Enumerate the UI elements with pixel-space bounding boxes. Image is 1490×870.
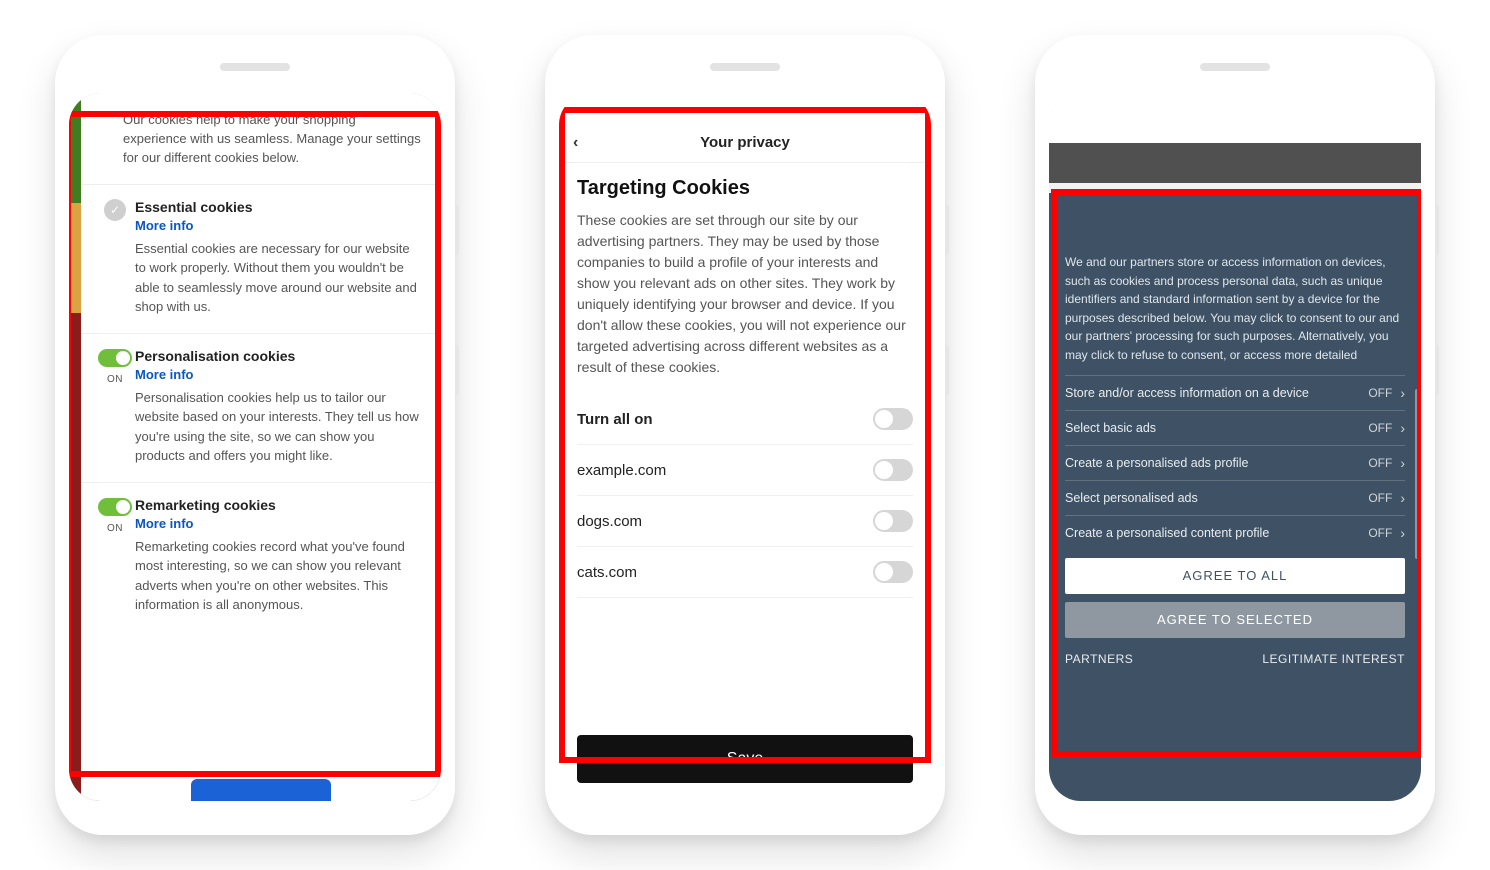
purpose-label: Create a personalised ads profile [1065,456,1368,470]
vendor-row: dogs.com [577,496,913,547]
state-label: OFF [1368,456,1392,470]
chevron-right-icon: › [1400,420,1405,436]
cookie-section-personalisation: ON Personalisation cookies More info Per… [81,333,441,482]
more-info-link[interactable]: More info [135,516,423,531]
phone-mock-2: ‹ Your privacy Targeting Cookies These c… [545,35,945,835]
purpose-row[interactable]: Select basic ads OFF › [1065,410,1405,445]
cookie-intro-text: Our cookies help to make your shopping e… [81,93,441,184]
purpose-label: Select personalised ads [1065,491,1368,505]
section-desc: Personalisation cookies help us to tailo… [135,388,423,466]
screen-1: Our cookies help to make your shopping e… [69,93,441,801]
toggle-switch[interactable] [873,561,913,583]
state-label: OFF [1368,386,1392,400]
chevron-right-icon: › [1400,385,1405,401]
cookie-settings-panel: Our cookies help to make your shopping e… [81,93,441,801]
save-button[interactable]: Save [577,735,913,783]
agree-all-button[interactable]: AGREE TO ALL [1065,558,1405,594]
chevron-right-icon: › [1400,490,1405,506]
toggle-switch[interactable] [873,408,913,430]
screen-2: ‹ Your privacy Targeting Cookies These c… [559,93,931,801]
vendor-row: cats.com [577,547,913,598]
partners-link[interactable]: PARTNERS [1065,652,1133,666]
section-title: Remarketing cookies [135,497,423,513]
section-title: Personalisation cookies [135,348,423,364]
scrollbar[interactable] [1415,389,1419,559]
vendor-row: example.com [577,445,913,496]
consent-intro: We and our partners store or access info… [1065,207,1405,365]
toggle-state-label: ON [95,374,135,385]
state-label: OFF [1368,421,1392,435]
vendor-label: cats.com [577,564,637,581]
agree-selected-label: AGREE TO SELECTED [1157,612,1313,627]
save-button-partial[interactable] [191,779,331,801]
purpose-row[interactable]: Create a personalised content profile OF… [1065,515,1405,550]
chevron-right-icon: › [1400,525,1405,541]
toggle-on-icon[interactable] [98,498,132,516]
purpose-row[interactable]: Store and/or access information on a dev… [1065,375,1405,410]
more-info-link[interactable]: More info [135,218,423,233]
section-title: Essential cookies [135,199,423,215]
agree-all-label: AGREE TO ALL [1183,568,1288,583]
dialog-title: Your privacy [700,134,790,151]
vendor-label: dogs.com [577,513,642,530]
back-icon[interactable]: ‹ [573,134,578,152]
purpose-label: Select basic ads [1065,421,1368,435]
phone-mock-3: We and our partners store or access info… [1035,35,1435,835]
phone-mock-1: Our cookies help to make your shopping e… [55,35,455,835]
state-label: OFF [1368,491,1392,505]
purpose-row[interactable]: Select personalised ads OFF › [1065,480,1405,515]
vendor-label: example.com [577,462,666,479]
dialog-header: ‹ Your privacy [559,123,931,163]
more-info-link[interactable]: More info [135,367,423,382]
screen-3: We and our partners store or access info… [1049,93,1421,801]
cookie-section-essential: ✓ Essential cookies More info Essential … [81,184,441,333]
save-button-label: Save [727,750,763,768]
turn-all-on-row: Turn all on [577,394,913,445]
agree-selected-button[interactable]: AGREE TO SELECTED [1065,602,1405,638]
section-desc: Remarketing cookies record what you've f… [135,537,423,615]
consent-panel: We and our partners store or access info… [1049,193,1421,801]
state-label: OFF [1368,526,1392,540]
purpose-list: Store and/or access information on a dev… [1065,375,1405,550]
cookie-section-remarketing: ON Remarketing cookies More info Remarke… [81,482,441,631]
purpose-label: Create a personalised content profile [1065,526,1368,540]
chevron-right-icon: › [1400,455,1405,471]
purpose-label: Store and/or access information on a dev… [1065,386,1368,400]
page-desc: These cookies are set through our site b… [577,210,913,378]
page-title: Targeting Cookies [577,177,913,200]
turn-all-label: Turn all on [577,411,653,428]
legitimate-interest-link[interactable]: LEGITIMATE INTEREST [1262,652,1405,666]
section-desc: Essential cookies are necessary for our … [135,239,423,317]
toggle-switch[interactable] [873,510,913,532]
toggle-state-label: ON [95,523,135,534]
check-icon: ✓ [104,199,126,221]
toggle-switch[interactable] [873,459,913,481]
purpose-row[interactable]: Create a personalised ads profile OFF › [1065,445,1405,480]
toggle-on-icon[interactable] [98,349,132,367]
